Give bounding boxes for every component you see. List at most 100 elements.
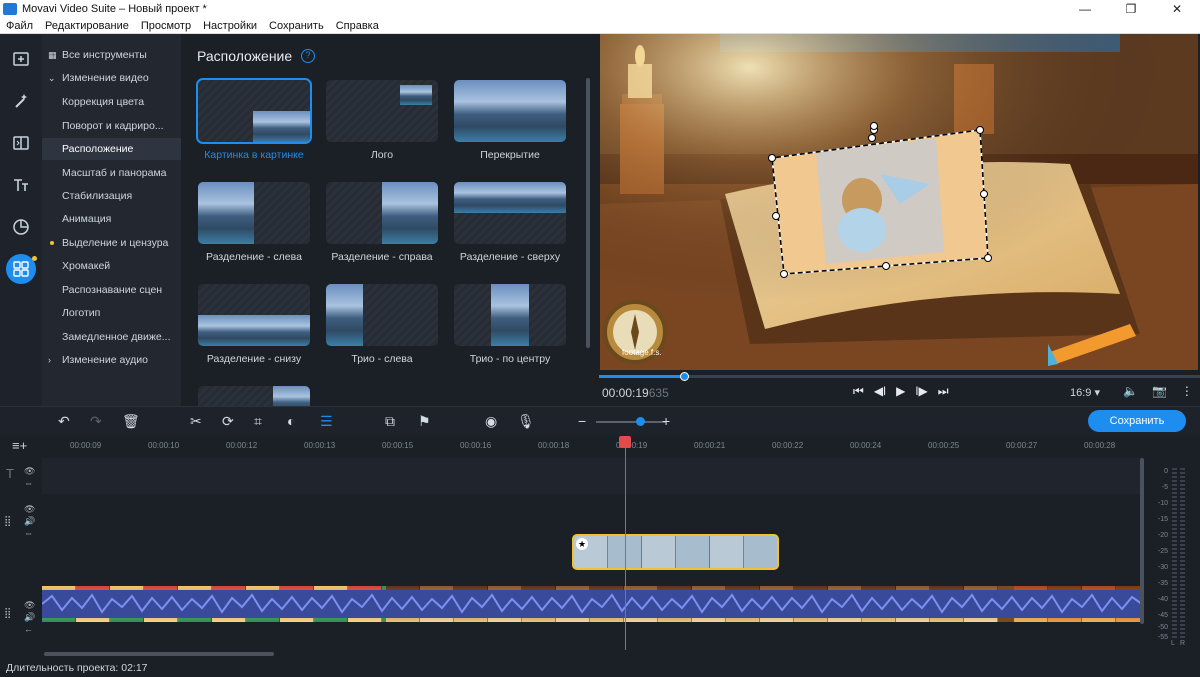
overlay-icon[interactable]: ⧉ [385,413,395,430]
vu-label: -10 [1157,500,1168,507]
transitions-icon[interactable] [6,128,36,158]
help-icon[interactable]: ? [301,49,315,63]
tile-logo-label: Лого [370,149,394,161]
tile-trio-center[interactable] [454,284,566,346]
step-forward-icon[interactable]: ǀ▶ [915,384,927,399]
close-button[interactable]: ✕ [1154,0,1200,18]
aspect-ratio-value: 16:9 [1070,387,1092,399]
ruler-label: 00:00:09 [70,441,102,450]
tile-split-top[interactable] [454,182,566,244]
skip-end-icon[interactable]: ⏭ [938,384,949,399]
tile-partial[interactable] [198,386,310,406]
link-icon[interactable]: ⇔ [24,528,33,538]
overlay-track-icon: ⣿ [4,516,12,527]
more-options-icon[interactable]: ⋮ [1181,384,1193,398]
timecode-main: 00:00:19 [602,386,649,400]
seekbar-knob[interactable] [680,372,689,381]
tile-trio-left[interactable] [326,284,438,346]
ruler-label: 00:00:22 [772,441,804,450]
link-icon[interactable]: ⇔ [24,478,33,488]
undo-icon[interactable]: ↶ [58,413,70,430]
cat-color-correction[interactable]: Коррекция цвета [42,91,181,113]
cat-scene-detection[interactable]: Распознавание сцен [42,279,181,301]
menu-view[interactable]: Просмотр [141,20,191,32]
rotate-icon[interactable]: ⟳ [222,413,234,430]
zoom-slider-knob[interactable] [636,417,645,426]
color-adjust-icon[interactable]: ◐ [287,413,295,429]
magic-wand-icon[interactable] [6,86,36,116]
aspect-ratio-select[interactable]: 16:9 ▾ [1070,386,1100,399]
timeline-hscroll[interactable] [44,652,274,656]
visibility-icon[interactable]: 👁 [24,504,35,515]
cat-rotate-crop[interactable]: Поворот и кадриро... [42,115,181,137]
titles-icon[interactable] [6,170,36,200]
overlay-track-lane[interactable]: ★ [42,498,1142,578]
cat-video-group[interactable]: ⌄ Изменение видео [42,67,181,89]
timeline-vscroll[interactable] [1140,458,1144,624]
stickers-icon[interactable] [6,212,36,242]
import-icon[interactable] [6,44,36,74]
redo-icon[interactable]: ↷ [90,413,102,430]
cat-stabilization[interactable]: Стабилизация [42,185,181,207]
snapshot-icon[interactable]: 📷 [1152,384,1167,398]
zoom-out-icon[interactable]: − [578,413,586,429]
cat-audio-group[interactable]: › Изменение аудио [42,349,181,371]
play-icon[interactable]: ▶ [896,384,905,399]
minimize-button[interactable]: — [1062,0,1108,18]
star-icon: ★ [576,538,588,550]
visibility-icon[interactable]: 👁 [24,466,35,477]
tile-overlay[interactable] [454,80,566,142]
step-back-icon[interactable]: ◀ǀ [874,384,886,399]
tiles-scrollbar[interactable] [586,78,590,348]
tile-split-left[interactable] [198,182,310,244]
menu-settings[interactable]: Настройки [203,20,257,32]
main-track-icon: ⣿ [4,608,12,619]
cat-chroma-key[interactable]: Хромакей [42,255,181,277]
save-button[interactable]: Сохранить [1088,410,1186,432]
audio-waveform[interactable] [41,590,1143,618]
skip-start-icon[interactable]: ⏮ [853,384,864,399]
visibility-icon[interactable]: 👁 [24,600,35,611]
cat-logo[interactable]: Логотип [42,302,181,324]
preview-seekbar[interactable] [599,372,1200,381]
vu-label: -45 [1157,612,1168,619]
menu-edit[interactable]: Редактирование [45,20,129,32]
clip-properties-icon[interactable]: ☰ [320,413,333,430]
playhead-line[interactable] [625,436,626,650]
menu-save[interactable]: Сохранить [269,20,324,32]
cat-slow-motion[interactable]: Замедленное движе... [42,326,181,348]
zoom-slider[interactable] [596,421,666,423]
tile-split-right[interactable] [326,182,438,244]
cat-animation[interactable]: Анимация [42,208,181,230]
overlay-clip[interactable]: ★ [572,534,779,570]
cat-highlight-censor[interactable]: Выделение и цензура [42,232,181,254]
cut-icon[interactable]: ✂ [190,413,202,430]
tile-logo[interactable] [326,80,438,142]
add-track-icon[interactable]: ≡+ [12,438,27,453]
volume-icon[interactable]: 🔈 [1123,384,1138,398]
volume-icon[interactable]: 🔊 [24,516,35,527]
cat-all-tools[interactable]: ▦ Все инструменты [42,44,181,66]
volume-icon[interactable]: 🔊 [24,612,35,623]
title-track-lane[interactable] [42,458,1142,494]
webcam-icon[interactable]: ◉ [485,413,497,430]
vu-label: -5 [1161,484,1168,491]
crop-icon[interactable]: ⌗ [254,413,262,430]
cat-layout[interactable]: Расположение [42,138,181,160]
menu-help[interactable]: Справка [336,20,379,32]
timeline-ruler[interactable]: 00:00:09 00:00:10 00:00:12 00:00:13 00:0… [42,436,1142,456]
tile-pip[interactable] [196,78,312,144]
marker-flag-icon[interactable]: ⚑ [418,413,431,430]
maximize-button[interactable]: ❐ [1108,0,1154,18]
cat-pan-zoom[interactable]: Масштаб и панорама [42,162,181,184]
delete-icon[interactable]: 🗑 [122,413,140,430]
microphone-icon[interactable]: 🎙 [517,413,535,430]
tile-split-bottom[interactable] [198,284,310,346]
menu-file[interactable]: Файл [6,20,33,32]
zoom-in-icon[interactable]: + [662,413,670,429]
vu-label: -55 [1157,634,1168,641]
tile-split-bottom-label: Разделение - снизу [206,353,302,365]
playback-controls: ⏮ ◀ǀ ▶ ǀ▶ ⏭ [853,384,949,399]
ruler-label: 00:00:10 [148,441,180,450]
link-icon[interactable]: ← [24,624,33,634]
